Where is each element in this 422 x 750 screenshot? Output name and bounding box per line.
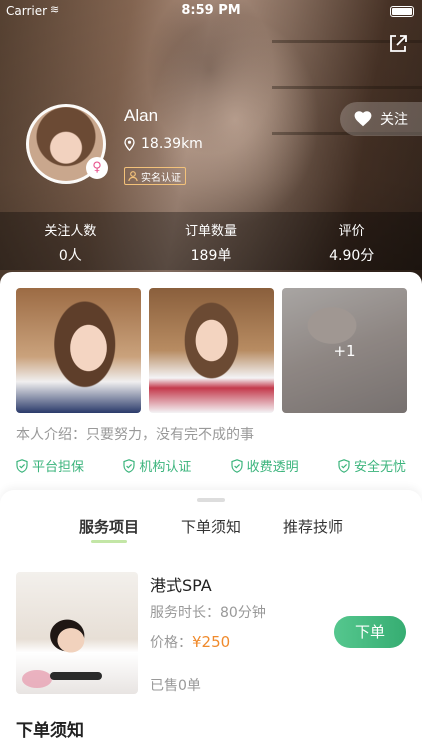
shield-check-icon — [123, 458, 135, 473]
guarantee-label: 平台担保 — [32, 460, 85, 475]
tab-services[interactable]: 服务项目 — [79, 516, 139, 543]
service-name: 港式SPA — [150, 576, 212, 595]
more-photos-count: +1 — [282, 288, 407, 413]
stat-value: 4.90分 — [329, 248, 375, 264]
gallery-photo-more[interactable]: +1 — [282, 288, 407, 413]
stat-label: 订单数量 — [185, 224, 238, 239]
battery-icon — [390, 6, 414, 17]
female-icon: ♀ — [86, 157, 108, 179]
service-item[interactable]: 港式SPA 服务时长：80分钟 价格：¥250 已售0单 下单 — [16, 572, 406, 694]
status-bar: Carrier ≋ 8:59 PM — [0, 0, 422, 22]
gallery-photo[interactable] — [149, 288, 274, 413]
follow-button[interactable]: 关注 — [340, 102, 422, 136]
guarantee-list: 平台担保 机构认证 收费透明 安全无忧 — [16, 456, 406, 475]
profile-info-card: +1 本人介绍：只要努力，没有完不成的事 平台担保 机构认证 收费透明 安全无忧 — [0, 272, 422, 502]
tab-recommended-therapists[interactable]: 推荐技师 — [283, 516, 343, 543]
profile-hero: Carrier ≋ 8:59 PM ♀ Alan 18.39km 实名认证 关注 — [0, 0, 422, 300]
guarantee-item: 机构认证 — [123, 456, 191, 475]
gallery-photo[interactable] — [16, 288, 141, 413]
service-sold-count: 已售0单 — [150, 678, 201, 694]
stat-followers: 关注人数 0人 — [0, 212, 141, 270]
stat-label: 评价 — [338, 224, 365, 239]
guarantee-item: 安全无忧 — [338, 456, 406, 475]
service-price: 价格：¥250 — [150, 632, 230, 652]
tab-order-notice[interactable]: 下单须知 — [181, 516, 241, 543]
shield-check-icon — [16, 458, 28, 473]
self-introduction: 本人介绍：只要努力，没有完不成的事 — [16, 427, 254, 443]
shield-check-icon — [231, 458, 243, 473]
distance-row: 18.39km — [124, 136, 203, 152]
guarantee-item: 平台担保 — [16, 456, 84, 475]
order-button[interactable]: 下单 — [334, 616, 406, 648]
profile-name: Alan — [124, 106, 159, 125]
order-notice-heading: 下单须知 — [16, 721, 84, 741]
guarantee-label: 收费透明 — [246, 460, 299, 475]
tab-bar: 服务项目 下单须知 推荐技师 — [0, 516, 422, 543]
spa-stones-decoration — [50, 672, 102, 680]
stat-orders: 订单数量 189单 — [141, 212, 282, 270]
sheet-drag-handle[interactable] — [197, 498, 225, 502]
photo-gallery: +1 — [16, 288, 407, 413]
verified-person-icon — [128, 171, 138, 182]
service-duration: 服务时长：80分钟 — [150, 605, 266, 621]
guarantee-item: 收费透明 — [231, 456, 299, 475]
shield-check-icon — [338, 458, 350, 473]
stat-label: 关注人数 — [44, 224, 97, 239]
stats-bar: 关注人数 0人 订单数量 189单 评价 4.90分 — [0, 212, 422, 270]
guarantee-label: 机构认证 — [139, 460, 192, 475]
stat-rating: 评价 4.90分 — [281, 212, 422, 270]
share-icon[interactable] — [386, 32, 410, 56]
services-sheet: 服务项目 下单须知 推荐技师 港式SPA 服务时长：80分钟 价格：¥250 已… — [0, 490, 422, 750]
stat-value: 189单 — [190, 248, 232, 264]
real-name-verified-badge: 实名认证 — [124, 167, 186, 185]
verify-label: 实名认证 — [141, 172, 181, 184]
price-amount: ¥250 — [192, 633, 231, 651]
flower-decoration — [22, 670, 52, 688]
guarantee-label: 安全无忧 — [353, 460, 406, 475]
distance-value: 18.39km — [141, 136, 203, 152]
heart-icon — [354, 111, 372, 127]
status-time: 8:59 PM — [181, 3, 241, 18]
stat-value: 0人 — [58, 248, 82, 264]
price-label: 价格： — [150, 635, 192, 651]
service-image — [16, 572, 138, 694]
location-pin-icon — [124, 137, 135, 151]
follow-label: 关注 — [380, 112, 408, 128]
